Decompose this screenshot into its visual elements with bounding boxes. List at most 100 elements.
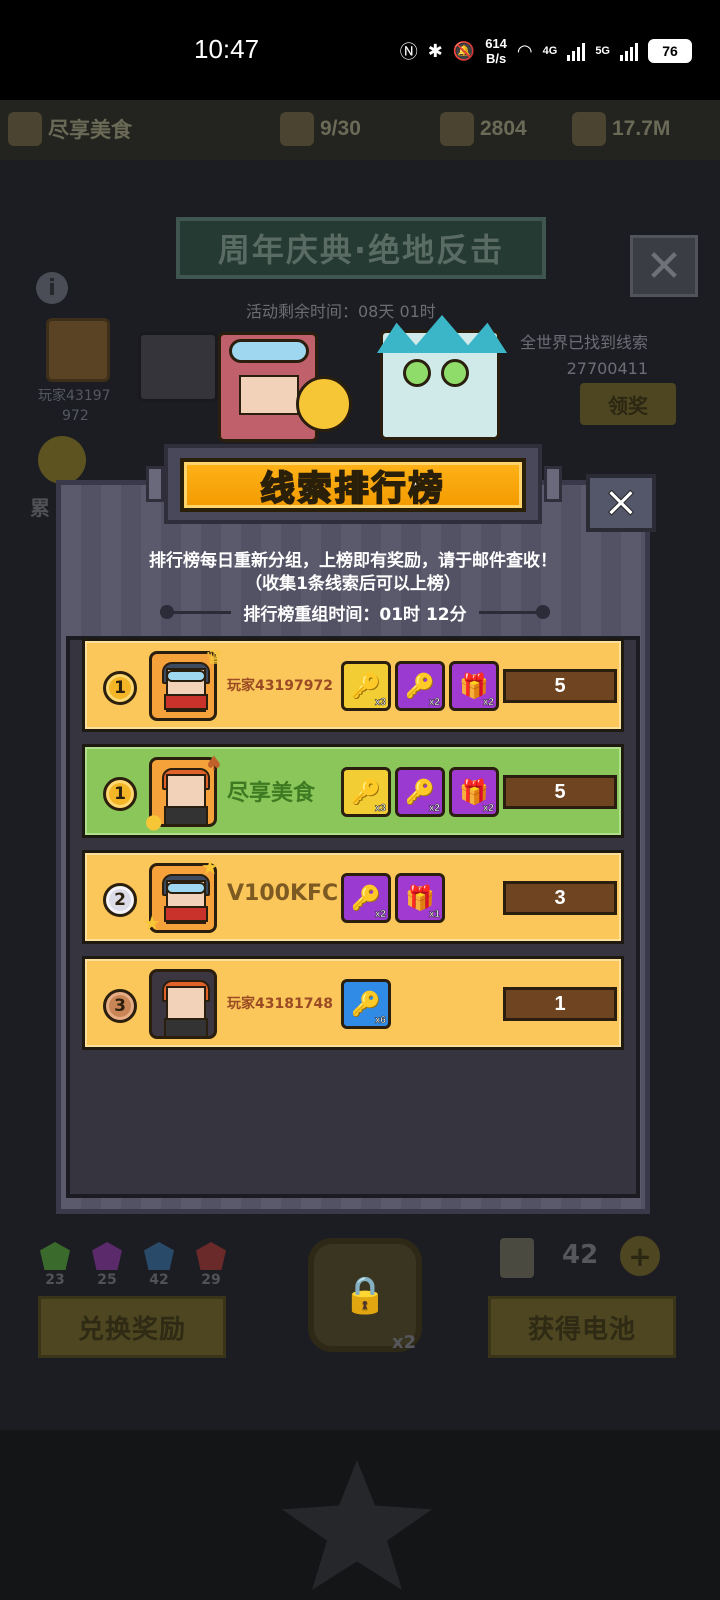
scarf-icon [164, 694, 208, 710]
suit-icon [164, 1018, 208, 1036]
rank-badge: 1 [103, 777, 137, 811]
leaderboard-row[interactable]: 3 玩家43181748 🔑 x6 1 [82, 956, 624, 1050]
suit-icon [164, 806, 208, 824]
gem-red: 29 [194, 1242, 228, 1288]
hud-progress: 9/30 [280, 110, 361, 148]
silver-key-icon[interactable]: 🔑 x3 [341, 767, 391, 817]
lens-icon [403, 359, 431, 387]
hud-resource-1: 2804 [440, 110, 527, 148]
goggles-icon [229, 339, 309, 363]
hud-player: 尽享美食 [8, 110, 132, 148]
hud-resource-2: 17.7M [572, 110, 670, 148]
event-title: 周年庆典·绝地反击 [176, 217, 546, 279]
rank-badge: 1 [103, 671, 137, 705]
coin-icon [572, 112, 606, 146]
modal-title: 线索排行榜 [180, 458, 526, 512]
star-icon: ★ [201, 855, 219, 879]
gold-key-icon[interactable]: 🔑 x2 [395, 767, 445, 817]
regroup-timer: 排行榜重组时间：01时 12分 [160, 600, 551, 625]
player-name: 尽享美食 [227, 781, 316, 806]
event-player-avatar [46, 318, 110, 382]
nfc-icon: Ⓝ [399, 42, 418, 62]
gem-green: 23 [38, 1242, 72, 1288]
clue-score: 5 [503, 775, 617, 809]
player-name: 玩家43197972 [227, 678, 333, 694]
gift-box-icon[interactable]: 🎁 x2 [449, 661, 499, 711]
mute-icon: 🔕 [452, 40, 476, 61]
star-icon: ★ [143, 911, 161, 935]
rank-badge: 3 [103, 989, 137, 1023]
leaderboard-description: 排行榜每日重新分组，上榜即有奖励，请于邮件查收！ （收集1条线索后可以上榜） [149, 551, 557, 594]
gem-icon [144, 1242, 174, 1270]
battery-item-icon [500, 1238, 534, 1278]
claim-button: 领奖 [580, 383, 676, 425]
gem-counts: 23 25 42 29 [38, 1242, 228, 1288]
goggles-icon [166, 670, 206, 682]
rank-badge: 2 [103, 883, 137, 917]
hat-icon: ♠ [205, 751, 223, 775]
signal-icon-2 [620, 41, 638, 61]
network-type-1: 4G [542, 45, 558, 57]
reward-items: 🔑 x3 🔑 x2 🎁 x2 [341, 767, 499, 817]
scarf-icon [164, 906, 208, 922]
exchange-reward-button: 兑换奖励 [38, 1296, 226, 1358]
add-battery-icon: + [620, 1236, 660, 1276]
lightbulb-icon [38, 436, 86, 484]
divider-line [160, 604, 232, 619]
goggles-icon [166, 882, 206, 894]
reward-items: 🔑 x3 🔑 x2 🎁 x2 [341, 661, 499, 711]
reward-items: 🔑 x6 [341, 979, 391, 1029]
player-avatar[interactable] [149, 969, 217, 1039]
event-player-label: 玩家43197 972 [38, 388, 111, 424]
player-name: V100KFC [227, 881, 339, 906]
event-close-button: ✕ [630, 235, 698, 297]
resource-icon [440, 112, 474, 146]
bluetooth-icon: ✱ [427, 40, 443, 61]
global-clue-count: 全世界已找到线索 27700411 [520, 333, 649, 378]
gift-box-icon[interactable]: 🎁 x2 [449, 767, 499, 817]
clue-score: 3 [503, 881, 617, 915]
gold-key-icon[interactable]: 🔑 x2 [341, 873, 391, 923]
gem-blue: 42 [142, 1242, 176, 1288]
leaderboard-row-self[interactable]: 1 ♠ ● 尽享美食 🔑 x3 🔑 x2 🎁 x2 5 [82, 744, 624, 838]
clue-score: 1 [503, 987, 617, 1021]
wifi-icon: ◠ [516, 40, 533, 61]
clue-score: 5 [503, 669, 617, 703]
battery-count: 42 [562, 1240, 599, 1270]
reward-items: 🔑 x2 🎁 x1 [341, 873, 445, 923]
lens-icon [441, 359, 469, 387]
leaderboard-row[interactable]: 2 ★ ★ V100KFC 🔑 x2 🎁 x1 3 [82, 850, 624, 944]
status-bar: 10:47 Ⓝ ✱ 🔕 614 B/s ◠ 4G 5G 76 [0, 0, 720, 100]
lightbulb-icon [296, 376, 352, 432]
gem-icon [196, 1242, 226, 1270]
leaderboard-row[interactable]: 1 57 ♛ 玩家43197972 🔑x3 🔑x2 🎁x2 5 [82, 638, 624, 732]
divider-line [478, 604, 551, 619]
clock: 10:47 [194, 34, 260, 64]
face-icon [239, 375, 299, 415]
character-scientist-icon [377, 315, 507, 440]
gem-icon [40, 1242, 70, 1270]
get-battery-button: 获得电池 [488, 1296, 676, 1358]
network-type-2: 5G [595, 45, 610, 57]
title-bolt-right [544, 466, 562, 502]
gift-box-icon[interactable]: 🎁 x1 [395, 873, 445, 923]
signal-icon [567, 41, 586, 61]
character-dark-icon [138, 332, 218, 402]
gem-purple: 25 [90, 1242, 124, 1288]
event-remaining-time: 活动剩余时间：08天 01时 [246, 302, 436, 321]
progress-icon [280, 112, 314, 146]
player-name: 玩家43181748 [227, 996, 333, 1012]
status-icons: Ⓝ ✱ 🔕 614 B/s ◠ 4G 5G 76 [400, 36, 692, 66]
gold-key-icon[interactable]: 🔑 x2 [395, 661, 445, 711]
battery-icon: 76 [648, 39, 692, 63]
coin-pile-icon: ● [145, 809, 163, 833]
silver-key-icon[interactable]: 🔑 x3 [341, 661, 391, 711]
network-speed: 614 B/s [485, 36, 507, 66]
title-bolt-left [146, 466, 164, 502]
info-icon: i [36, 272, 68, 304]
blue-key-icon[interactable]: 🔑 x6 [341, 979, 391, 1029]
accumulate-label: 累 [30, 496, 50, 520]
gem-icon [92, 1242, 122, 1270]
lock-multiplier: x2 [392, 1332, 417, 1353]
close-button[interactable]: ✕ [586, 474, 656, 532]
